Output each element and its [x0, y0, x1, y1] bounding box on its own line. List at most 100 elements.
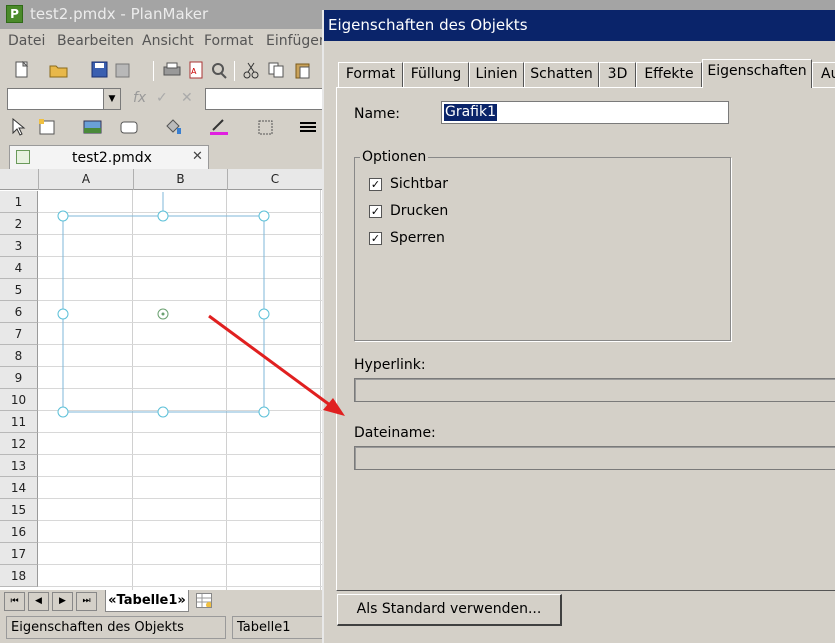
row-header[interactable]: 12 — [0, 433, 38, 455]
first-sheet-icon[interactable]: ⏮ — [4, 592, 25, 611]
grid-line — [38, 300, 322, 301]
save-icon[interactable] — [90, 61, 110, 79]
row-header[interactable]: 16 — [0, 521, 38, 543]
row-header[interactable]: 2 — [0, 213, 38, 235]
chevron-down-icon[interactable]: ▼ — [103, 89, 120, 109]
menu-format[interactable]: Format — [204, 33, 253, 49]
svg-text:A: A — [191, 67, 197, 76]
grid-line — [38, 476, 322, 477]
tab-schatten[interactable]: Schatten — [524, 62, 599, 87]
tab-3d[interactable]: 3D — [599, 62, 636, 87]
column-header-bar: A B C — [0, 169, 322, 190]
cell-reference-combo[interactable]: ▼ — [7, 88, 121, 110]
checkbox-sichtbar[interactable]: ✓ — [369, 178, 382, 191]
document-tab-label: test2.pmdx — [72, 150, 152, 166]
previous-sheet-icon[interactable]: ◀ — [28, 592, 49, 611]
sichtbar-label[interactable]: Sichtbar — [390, 176, 448, 192]
print-icon[interactable] — [162, 61, 182, 79]
menu-datei[interactable]: Datei — [8, 33, 45, 49]
save-as-icon[interactable] — [113, 61, 133, 79]
document-tab[interactable]: test2.pmdx ✕ — [9, 145, 209, 169]
align-icon[interactable] — [298, 118, 318, 136]
row-header[interactable]: 9 — [0, 367, 38, 389]
grid-line — [38, 586, 322, 587]
checkmark-icon[interactable]: ✓ — [156, 90, 168, 106]
grid-line — [38, 388, 322, 389]
menu-einfuegen[interactable]: Einfüger — [266, 33, 325, 49]
name-input[interactable]: Grafik1 — [441, 101, 729, 124]
grid-line — [38, 366, 322, 367]
text-frame-icon[interactable] — [38, 118, 58, 136]
checkbox-drucken[interactable]: ✓ — [369, 205, 382, 218]
object-toolbar — [0, 113, 330, 141]
row-header[interactable]: 17 — [0, 543, 38, 565]
tab-linien[interactable]: Linien — [469, 62, 524, 87]
row-header[interactable]: 10 — [0, 389, 38, 411]
checkbox-sperren[interactable]: ✓ — [369, 232, 382, 245]
drucken-label[interactable]: Drucken — [390, 203, 448, 219]
next-sheet-icon[interactable]: ▶ — [52, 592, 73, 611]
row-header[interactable]: 14 — [0, 477, 38, 499]
copy-icon[interactable] — [266, 61, 286, 79]
tab-fuellung[interactable]: Füllung — [403, 62, 469, 87]
print-preview-icon[interactable] — [209, 61, 229, 79]
row-header[interactable]: 5 — [0, 279, 38, 301]
cut-icon[interactable] — [241, 61, 261, 79]
tab-effekte[interactable]: Effekte — [636, 62, 702, 87]
pointer-icon[interactable] — [10, 117, 30, 136]
last-sheet-icon[interactable]: ⏭ — [76, 592, 97, 611]
spreadsheet-file-icon — [16, 150, 30, 164]
row-header[interactable]: 6 — [0, 301, 38, 323]
grid-line — [38, 256, 322, 257]
row-header[interactable]: 18 — [0, 565, 38, 587]
fill-icon[interactable] — [163, 118, 183, 136]
grid-line — [132, 169, 133, 590]
standard-toolbar: A — [0, 57, 330, 85]
options-group-label: Optionen — [360, 149, 429, 165]
close-icon[interactable]: ✕ — [192, 149, 203, 164]
row-header[interactable]: 4 — [0, 257, 38, 279]
open-folder-icon[interactable] — [48, 61, 68, 79]
border-icon[interactable] — [256, 118, 276, 136]
menu-bearbeiten[interactable]: Bearbeiten — [57, 33, 134, 49]
pdf-icon[interactable]: A — [186, 61, 206, 79]
grid-line — [38, 212, 322, 213]
shape-icon[interactable] — [120, 118, 140, 136]
name-input-value: Grafik1 — [444, 104, 498, 121]
grid-line — [226, 169, 227, 590]
dialog-title: Eigenschaften des Objekts — [328, 16, 528, 34]
row-header[interactable]: 1 — [0, 191, 38, 213]
formula-input[interactable] — [205, 88, 330, 110]
column-header-c[interactable]: C — [227, 169, 322, 190]
row-header[interactable]: 15 — [0, 499, 38, 521]
tab-au[interactable]: Au — [812, 62, 835, 87]
add-sheet-icon[interactable] — [196, 593, 212, 608]
toolbar-separator — [153, 61, 154, 81]
dateiname-field[interactable] — [354, 446, 835, 470]
tab-format[interactable]: Format — [338, 62, 403, 87]
new-file-icon[interactable] — [12, 60, 32, 79]
row-header[interactable]: 8 — [0, 345, 38, 367]
hyperlink-field[interactable] — [354, 378, 835, 402]
paste-icon[interactable] — [293, 61, 313, 79]
dialog-title-bar: Eigenschaften des Objekts — [324, 10, 835, 41]
column-header-a[interactable]: A — [38, 169, 133, 190]
tab-eigenschaften[interactable]: Eigenschaften — [702, 59, 812, 88]
column-header-b[interactable]: B — [133, 169, 227, 190]
spreadsheet-grid[interactable] — [0, 169, 322, 590]
menu-ansicht[interactable]: Ansicht — [142, 33, 194, 49]
function-fx-icon[interactable]: fx — [133, 90, 146, 106]
status-message: Eigenschaften des Objekts — [6, 616, 226, 639]
text-color-icon[interactable] — [209, 118, 229, 136]
picture-icon[interactable] — [83, 118, 103, 136]
status-bar: Eigenschaften des Objekts Tabelle1 — [0, 614, 330, 643]
row-header[interactable]: 3 — [0, 235, 38, 257]
row-header[interactable]: 7 — [0, 323, 38, 345]
sheet-tab-tabelle1[interactable]: «Tabelle1» — [105, 590, 189, 612]
row-header[interactable]: 11 — [0, 411, 38, 433]
sperren-label[interactable]: Sperren — [390, 230, 445, 246]
set-as-default-button[interactable]: Als Standard verwenden... — [337, 594, 562, 626]
cancel-x-icon[interactable]: ✕ — [181, 90, 193, 106]
row-header[interactable]: 13 — [0, 455, 38, 477]
grid-line — [38, 432, 322, 433]
